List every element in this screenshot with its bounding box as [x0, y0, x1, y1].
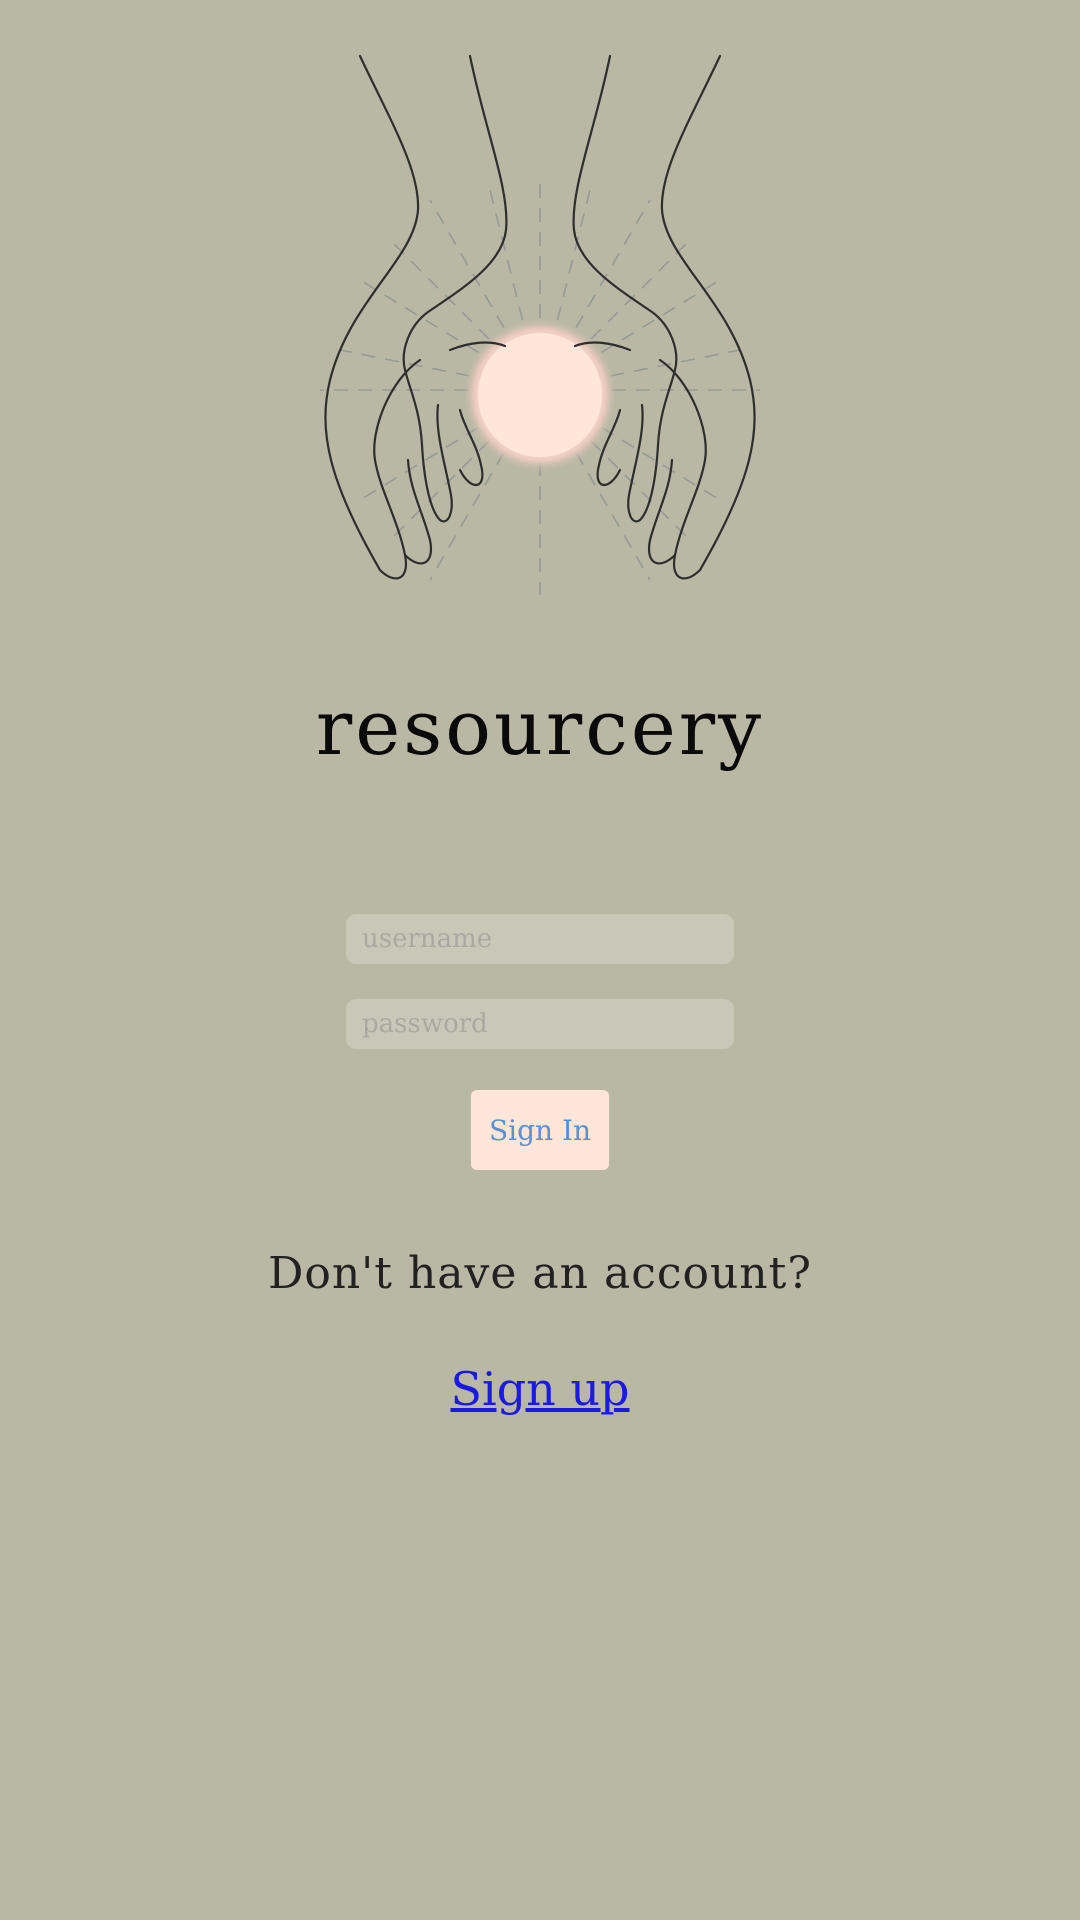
- login-page: resourcery Sign In Don't have an account…: [0, 0, 1080, 1920]
- hands-holding-glowing-orb-icon: [320, 54, 760, 595]
- app-title: resourcery: [315, 683, 765, 772]
- password-input[interactable]: [346, 999, 734, 1049]
- sign-in-button[interactable]: Sign In: [471, 1090, 609, 1170]
- username-input[interactable]: [346, 914, 734, 964]
- sign-up-link[interactable]: Sign up: [0, 1362, 1080, 1416]
- no-account-prompt: Don't have an account?: [268, 1248, 812, 1299]
